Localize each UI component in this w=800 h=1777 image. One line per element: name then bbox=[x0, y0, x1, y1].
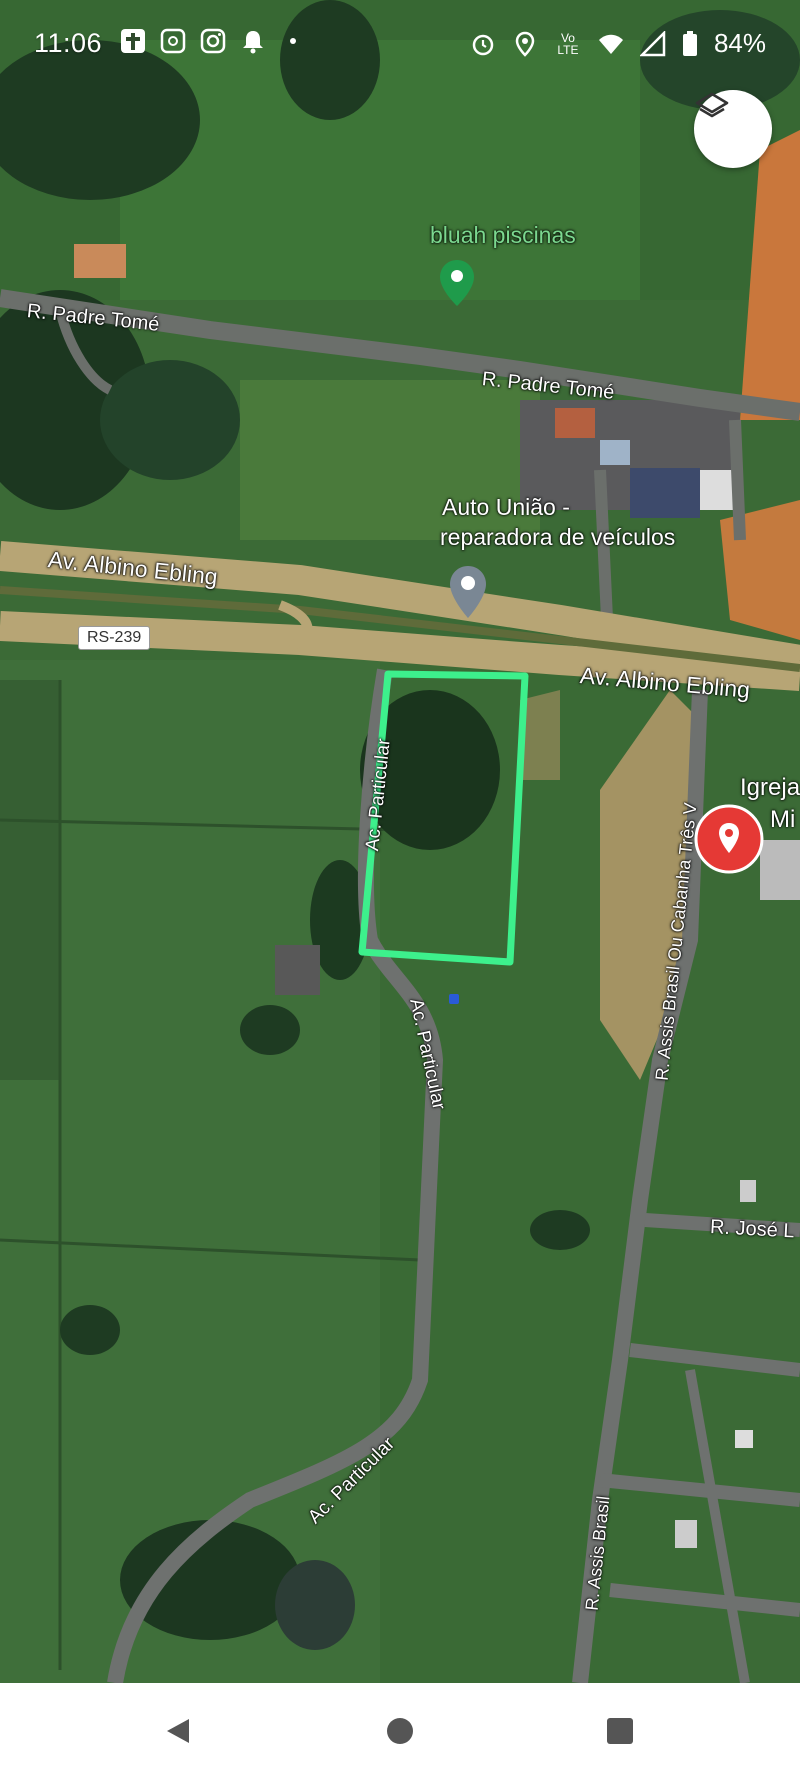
bell-icon bbox=[243, 31, 263, 54]
green-pin-icon[interactable] bbox=[440, 260, 474, 306]
recents-button[interactable] bbox=[600, 1711, 640, 1751]
back-triangle-icon bbox=[167, 1719, 189, 1743]
road-label-jose: R. José L bbox=[709, 1216, 795, 1243]
signal-icon bbox=[639, 30, 666, 56]
sync-app-icon bbox=[160, 28, 186, 54]
layers-icon bbox=[695, 92, 729, 118]
volte-indicator: Vo LTE bbox=[557, 30, 579, 57]
status-time: 11:06 bbox=[34, 28, 103, 58]
recents-square-icon bbox=[607, 1718, 633, 1744]
status-bar: 11:06 Vo LTE 84% bbox=[0, 0, 800, 86]
battery-percentage: 84% bbox=[713, 28, 766, 58]
cross-app-icon bbox=[121, 29, 145, 53]
alarm-icon bbox=[472, 34, 494, 55]
poi-label-igreja-2[interactable]: Mi bbox=[770, 806, 795, 834]
system-icons: Vo LTE 84% bbox=[470, 28, 766, 59]
poi-label-igreja-1[interactable]: Igreja bbox=[740, 774, 800, 802]
satellite-map[interactable]: R. Padre Tomé R. Padre Tomé Av. Albino E… bbox=[0, 0, 800, 1683]
layers-button[interactable] bbox=[694, 90, 772, 168]
location-icon bbox=[515, 31, 535, 57]
navigation-bar bbox=[0, 1683, 800, 1777]
dot-icon bbox=[290, 38, 296, 44]
back-button[interactable] bbox=[158, 1711, 198, 1751]
poi-label-bluah-piscinas[interactable]: bluah piscinas bbox=[430, 222, 576, 249]
poi-label-auto-uniao-2[interactable]: reparadora de veículos bbox=[440, 524, 675, 551]
gray-pin-icon[interactable] bbox=[450, 566, 486, 618]
wifi-icon bbox=[598, 34, 623, 54]
battery-icon bbox=[682, 30, 697, 56]
instagram-icon bbox=[200, 28, 226, 54]
notification-icons bbox=[120, 28, 306, 54]
poi-label-auto-uniao-1[interactable]: Auto União - bbox=[442, 494, 570, 521]
home-button[interactable] bbox=[380, 1711, 420, 1751]
red-pin-icon[interactable] bbox=[694, 804, 764, 874]
home-circle-icon bbox=[387, 1718, 413, 1744]
small-blue-dot bbox=[449, 994, 459, 1004]
route-shield-rs-239: RS-239 bbox=[78, 626, 151, 650]
